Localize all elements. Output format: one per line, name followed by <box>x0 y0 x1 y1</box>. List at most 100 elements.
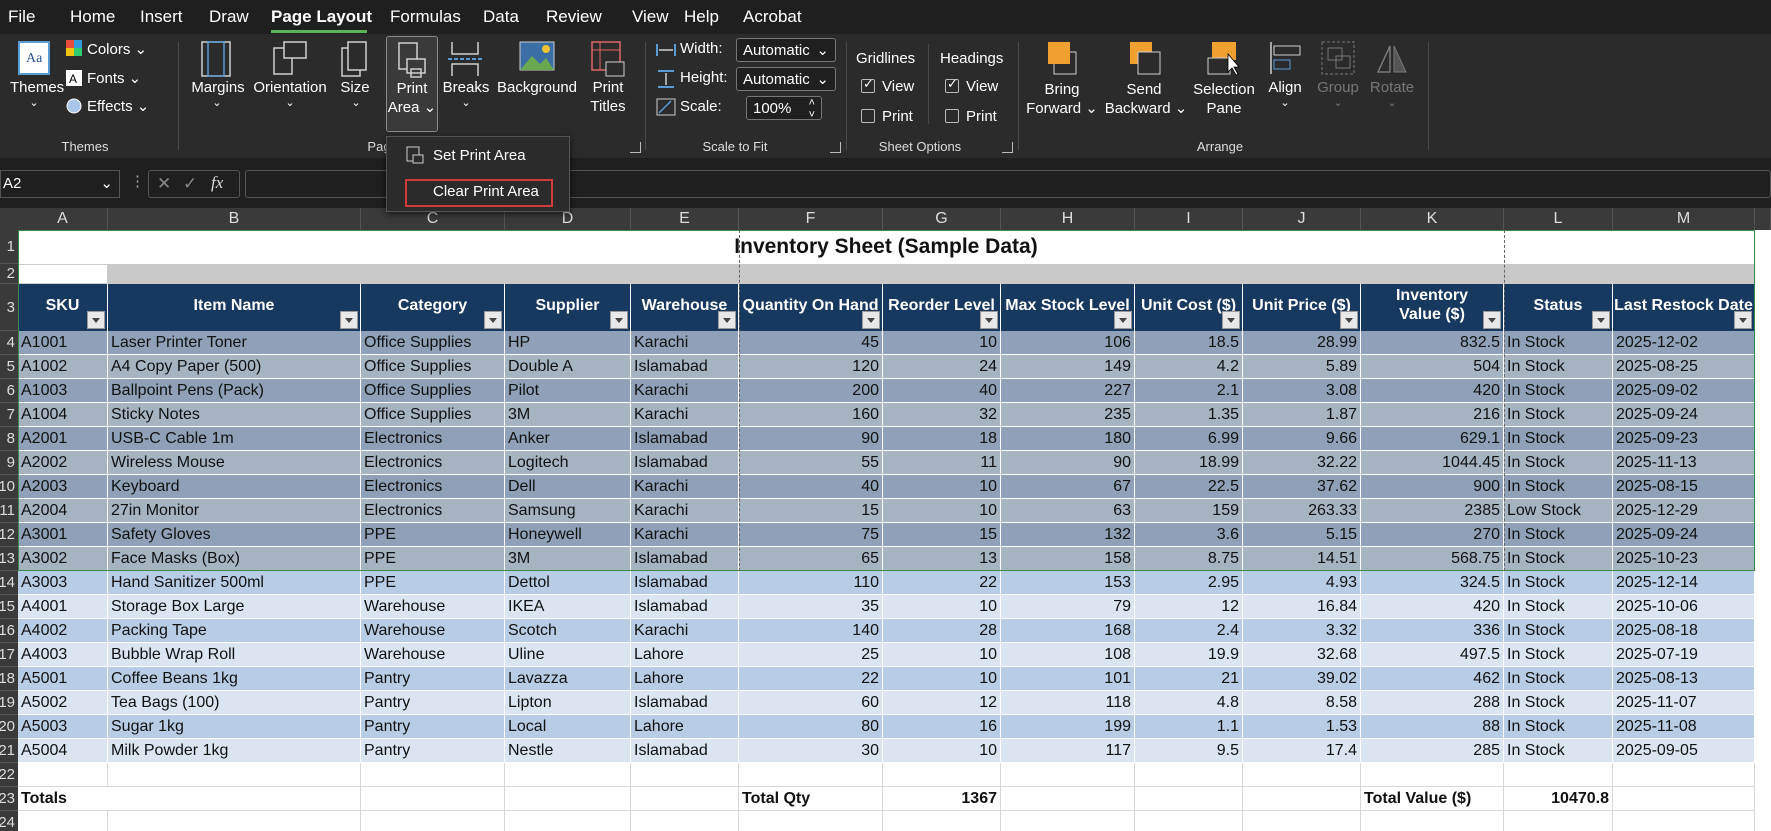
table-cell[interactable]: Nestle <box>505 739 631 763</box>
table-cell[interactable]: 420 <box>1361 595 1504 619</box>
filter-dropdown-icon[interactable] <box>1592 311 1610 329</box>
row-header-4[interactable]: 4 <box>0 331 18 355</box>
filter-dropdown-icon[interactable] <box>980 311 998 329</box>
empty-cell[interactable] <box>505 763 631 787</box>
table-cell[interactable]: A4 Copy Paper (500) <box>108 355 361 379</box>
table-cell[interactable]: HP <box>505 331 631 355</box>
table-cell[interactable]: 40 <box>739 475 883 499</box>
table-cell[interactable]: 832.5 <box>1361 331 1504 355</box>
table-cell[interactable]: Dell <box>505 475 631 499</box>
table-cell[interactable]: Local <box>505 715 631 739</box>
table-cell[interactable]: 55 <box>739 451 883 475</box>
table-cell[interactable]: IKEA <box>505 595 631 619</box>
row-header-18[interactable]: 18 <box>0 667 18 691</box>
send-backward-label-2[interactable]: Backward ⌄ <box>1104 99 1188 118</box>
table-cell[interactable]: 25 <box>739 643 883 667</box>
table-cell[interactable]: 67 <box>1001 475 1135 499</box>
empty-cell[interactable] <box>1243 763 1361 787</box>
column-header-h[interactable]: H <box>1001 208 1135 230</box>
table-cell[interactable]: Karachi <box>631 331 739 355</box>
empty-cell[interactable] <box>1361 811 1504 831</box>
table-cell[interactable]: A5003 <box>18 715 108 739</box>
table-cell[interactable]: 101 <box>1001 667 1135 691</box>
table-cell[interactable]: 2.4 <box>1135 619 1243 643</box>
colors-button[interactable]: Colors ⌄ <box>87 40 147 58</box>
table-cell[interactable]: PPE <box>361 571 505 595</box>
table-cell[interactable]: Anker <box>505 427 631 451</box>
table-cell[interactable]: 3M <box>505 547 631 571</box>
table-cell[interactable]: Wireless Mouse <box>108 451 361 475</box>
table-cell[interactable]: Karachi <box>631 403 739 427</box>
table-cell[interactable]: Dettol <box>505 571 631 595</box>
table-cell[interactable]: A4001 <box>18 595 108 619</box>
total-qty-value[interactable]: 1367 <box>883 787 1001 811</box>
empty-cell[interactable] <box>739 763 883 787</box>
table-cell[interactable]: 16.84 <box>1243 595 1361 619</box>
table-cell[interactable]: 235 <box>1001 403 1135 427</box>
table-cell[interactable]: Milk Powder 1kg <box>108 739 361 763</box>
table-cell[interactable]: 149 <box>1001 355 1135 379</box>
empty-cell[interactable] <box>1504 763 1613 787</box>
table-cell[interactable]: 10 <box>883 331 1001 355</box>
row-header-10[interactable]: 10 <box>0 475 18 499</box>
table-cell[interactable]: Islamabad <box>631 571 739 595</box>
table-cell[interactable]: 1044.45 <box>1361 451 1504 475</box>
table-cell[interactable]: 2.95 <box>1135 571 1243 595</box>
table-cell[interactable]: 90 <box>739 427 883 451</box>
filter-dropdown-icon[interactable] <box>610 311 628 329</box>
filter-dropdown-icon[interactable] <box>1734 311 1752 329</box>
empty-cell[interactable] <box>108 763 361 787</box>
table-cell[interactable]: 158 <box>1001 547 1135 571</box>
table-cell[interactable]: Karachi <box>631 475 739 499</box>
table-cell[interactable]: 2025-11-08 <box>1613 715 1755 739</box>
print-titles-icon[interactable] <box>590 40 626 78</box>
row-header-24[interactable]: 24 <box>0 811 18 831</box>
empty-cell[interactable] <box>1243 787 1361 811</box>
table-cell[interactable]: 168 <box>1001 619 1135 643</box>
table-cell[interactable]: In Stock <box>1504 475 1613 499</box>
bring-forward-label-2[interactable]: Forward ⌄ <box>1024 99 1100 118</box>
table-cell[interactable]: 3M <box>505 403 631 427</box>
table-cell[interactable]: Ballpoint Pens (Pack) <box>108 379 361 403</box>
table-cell[interactable]: 159 <box>1135 499 1243 523</box>
table-cell[interactable]: 35 <box>739 595 883 619</box>
table-cell[interactable]: In Stock <box>1504 691 1613 715</box>
table-cell[interactable]: 60 <box>739 691 883 715</box>
table-cell[interactable]: A5004 <box>18 739 108 763</box>
table-cell[interactable]: Islamabad <box>631 547 739 571</box>
table-cell[interactable]: 1.35 <box>1135 403 1243 427</box>
table-cell[interactable]: Warehouse <box>361 643 505 667</box>
table-cell[interactable]: In Stock <box>1504 355 1613 379</box>
table-cell[interactable]: 14.51 <box>1243 547 1361 571</box>
column-header-j[interactable]: J <box>1243 208 1361 230</box>
table-cell[interactable]: Karachi <box>631 499 739 523</box>
table-cell[interactable]: 117 <box>1001 739 1135 763</box>
empty-cell[interactable] <box>1001 811 1135 831</box>
menu-view[interactable]: View <box>632 7 669 27</box>
row-header-2[interactable]: 2 <box>0 264 18 284</box>
background-button[interactable]: Background <box>495 78 579 97</box>
table-cell[interactable]: Islamabad <box>631 451 739 475</box>
gridlines-view-checkbox[interactable]: ✓ <box>861 76 875 93</box>
row-header-21[interactable]: 21 <box>0 739 18 763</box>
filter-dropdown-icon[interactable] <box>718 311 736 329</box>
filter-dropdown-icon[interactable] <box>340 311 358 329</box>
table-cell[interactable]: A2003 <box>18 475 108 499</box>
table-cell[interactable]: Pantry <box>361 691 505 715</box>
table-cell[interactable]: Packing Tape <box>108 619 361 643</box>
table-cell[interactable]: 15 <box>739 499 883 523</box>
table-cell[interactable]: 2025-11-13 <box>1613 451 1755 475</box>
filter-dropdown-icon[interactable] <box>1483 311 1501 329</box>
table-cell[interactable]: In Stock <box>1504 739 1613 763</box>
gridlines-print-checkbox[interactable] <box>861 109 875 123</box>
table-cell[interactable]: 80 <box>739 715 883 739</box>
table-cell[interactable]: 270 <box>1361 523 1504 547</box>
row-header-3[interactable]: 3 <box>0 284 18 331</box>
table-cell[interactable]: 18.5 <box>1135 331 1243 355</box>
table-cell[interactable]: USB-C Cable 1m <box>108 427 361 451</box>
selection-pane-label-1[interactable]: Selection <box>1188 80 1260 99</box>
table-cell[interactable]: In Stock <box>1504 451 1613 475</box>
empty-cell[interactable] <box>1135 811 1243 831</box>
row-header-20[interactable]: 20 <box>0 715 18 739</box>
empty-cell[interactable] <box>631 763 739 787</box>
